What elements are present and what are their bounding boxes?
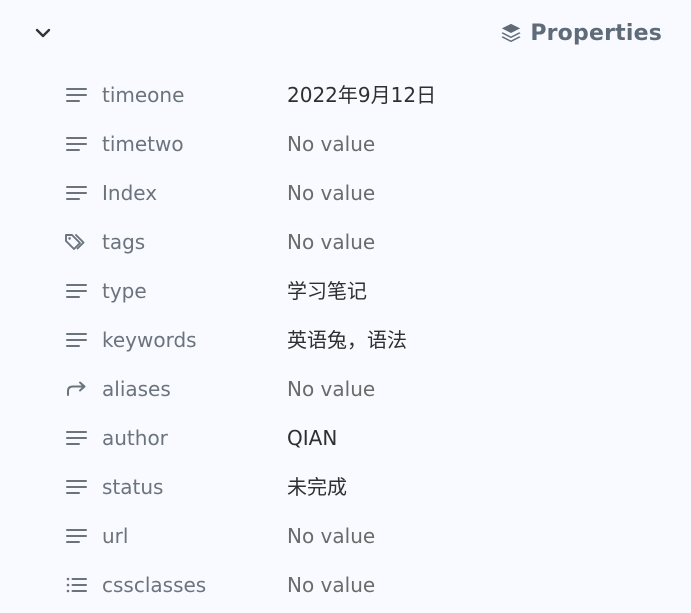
property-key[interactable]: type [102, 267, 147, 316]
text-lines-icon[interactable] [64, 476, 90, 498]
property-key[interactable]: timetwo [102, 120, 184, 169]
property-key[interactable]: keywords [102, 316, 197, 365]
chevron-down-icon [35, 28, 51, 38]
property-row-cssclasses[interactable]: cssclasses No value [0, 561, 691, 610]
properties-title: Properties [530, 20, 662, 46]
property-key[interactable]: status [102, 463, 163, 512]
property-key[interactable]: cssclasses [102, 561, 206, 610]
property-key[interactable]: Index [102, 169, 157, 218]
properties-title-group[interactable]: Properties [500, 17, 662, 49]
property-row-status[interactable]: status 未完成 [0, 463, 691, 512]
text-lines-icon[interactable] [64, 525, 90, 547]
property-value[interactable]: 2022年9月12日 [287, 71, 436, 120]
property-row-timeone[interactable]: timeone 2022年9月12日 [0, 71, 691, 120]
property-row-timetwo[interactable]: timetwo No value [0, 120, 691, 169]
property-key[interactable]: tags [102, 218, 145, 267]
layers-icon [500, 22, 522, 44]
text-lines-icon[interactable] [64, 182, 90, 204]
property-row-type[interactable]: type 学习笔记 [0, 267, 691, 316]
property-row-author[interactable]: author QIAN [0, 414, 691, 463]
text-lines-icon[interactable] [64, 133, 90, 155]
tags-icon[interactable] [64, 231, 90, 253]
text-lines-icon[interactable] [64, 427, 90, 449]
property-row-url[interactable]: url No value [0, 512, 691, 561]
property-value[interactable]: 学习笔记 [287, 267, 367, 316]
list-icon[interactable] [64, 574, 90, 596]
property-key[interactable]: author [102, 414, 168, 463]
collapse-toggle[interactable] [30, 21, 56, 45]
text-lines-icon[interactable] [64, 280, 90, 302]
property-value[interactable]: No value [287, 561, 375, 610]
property-value[interactable]: 英语兔，语法 [287, 316, 407, 365]
property-value[interactable]: No value [287, 365, 375, 414]
properties-header: Properties [0, 0, 691, 66]
property-key[interactable]: aliases [102, 365, 171, 414]
property-key[interactable]: url [102, 512, 128, 561]
property-row-index[interactable]: Index No value [0, 169, 691, 218]
property-row-aliases[interactable]: aliases No value [0, 365, 691, 414]
property-value[interactable]: No value [287, 512, 375, 561]
property-row-tags[interactable]: tags No value [0, 218, 691, 267]
properties-list: timeone 2022年9月12日 timetwo No value Index No … [0, 71, 691, 610]
property-value[interactable]: No value [287, 120, 375, 169]
property-value[interactable]: No value [287, 169, 375, 218]
property-key[interactable]: timeone [102, 71, 184, 120]
property-row-keywords[interactable]: keywords 英语兔，语法 [0, 316, 691, 365]
text-lines-icon[interactable] [64, 329, 90, 351]
property-value[interactable]: 未完成 [287, 463, 347, 512]
property-value[interactable]: No value [287, 218, 375, 267]
text-lines-icon[interactable] [64, 84, 90, 106]
property-value[interactable]: QIAN [287, 414, 337, 463]
forward-arrow-icon[interactable] [64, 378, 90, 400]
